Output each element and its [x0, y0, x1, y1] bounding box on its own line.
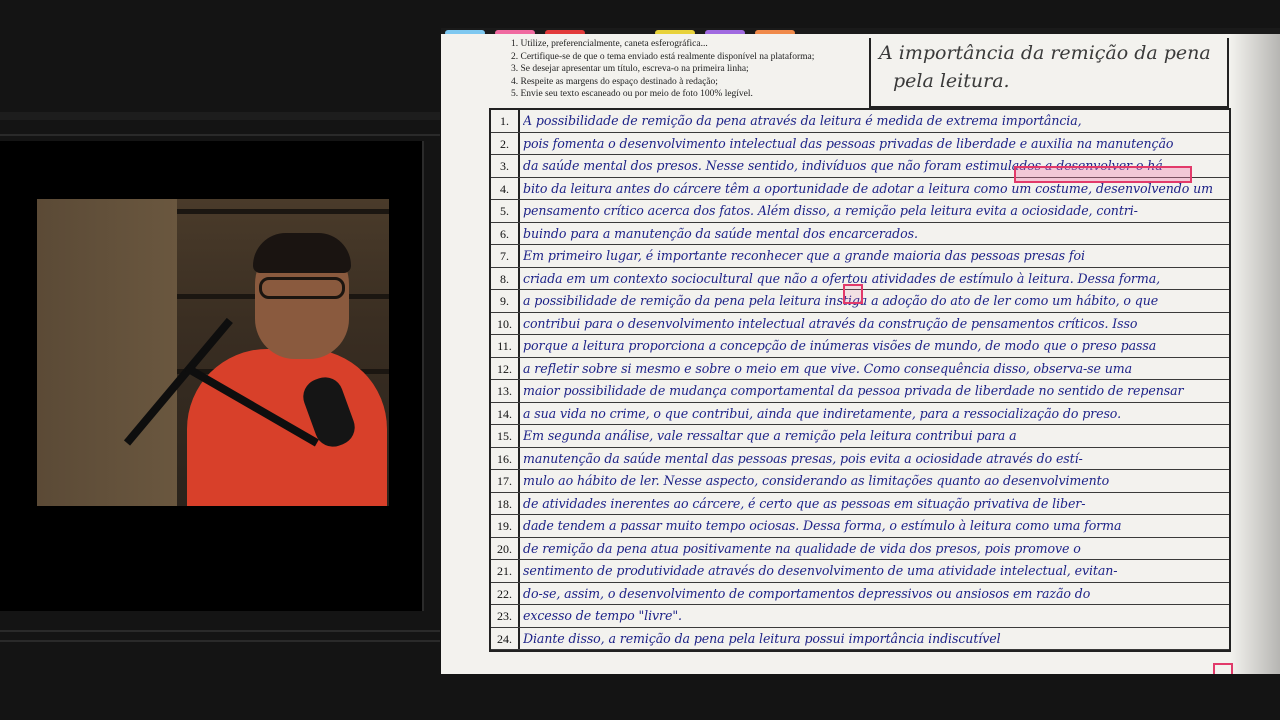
handwritten-text: pensamento crítico acerca dos fatos. Alé… [523, 203, 1138, 218]
line-number: 23. [491, 605, 520, 627]
essay-line: 16. manutenção da saúde mental das pessoa… [491, 447, 1229, 470]
handwritten-text: a sua vida no crime, o que contribui, ai… [523, 405, 1121, 421]
essay-line: 22. do-se, assim, o desenvolvimento de co… [491, 582, 1229, 605]
handwritten-text: a possibilidade de remição da pena pela … [523, 293, 1159, 308]
essay-line: 15. Em segunda análise, vale ressaltar q… [491, 425, 1229, 448]
overlay-divider [0, 134, 440, 136]
essay-title-line: A importância da remição da pena [879, 42, 1211, 64]
line-number: 19. [491, 515, 520, 537]
webcam-feed [37, 199, 389, 506]
handwritten-text: excesso de tempo "livre". [523, 608, 682, 623]
essay-line: 10. contribui para o desenvolvimento inte… [491, 312, 1229, 335]
line-number: 2. [491, 132, 520, 154]
line-number: 9. [491, 290, 520, 312]
line-number: 18. [491, 492, 520, 514]
line-number: 4. [491, 177, 520, 199]
line-number: 7. [491, 245, 520, 267]
essay-line: 18. de atividades inerentes ao cárcere, é… [491, 492, 1229, 515]
overlay-divider [0, 630, 440, 632]
instruction-item: 2. Certifique-se de que o tema enviado e… [511, 51, 815, 62]
essay-line: 2. pois fomenta o desenvolvimento intelec… [491, 132, 1229, 155]
handwritten-text: sentimento de produtividade através do d… [523, 563, 1118, 578]
essay-line: 11. porque a leitura proporciona a concep… [491, 335, 1229, 358]
line-number: 21. [491, 560, 520, 582]
line-number: 12. [491, 357, 520, 379]
line-number: 14. [491, 402, 520, 424]
line-number: 15. [491, 425, 520, 447]
line-number: 11. [491, 335, 520, 357]
essay-line: 1. A possibilidade de remição da pena atr… [491, 110, 1229, 133]
instruction-item: 5. Envie seu texto escaneado ou por meio… [511, 89, 753, 99]
handwritten-text: porque a leitura proporciona a concepção… [523, 338, 1157, 353]
handwritten-text: dade tendem a passar muito tempo ociosas… [523, 518, 1122, 533]
essay-line: 7. Em primeiro lugar, é importante recon… [491, 245, 1229, 268]
essay-lines: 1. A possibilidade de remição da pena atr… [489, 108, 1231, 652]
line-number: 3. [491, 155, 520, 177]
essay-line: 21. sentimento de produtividade através d… [491, 560, 1229, 583]
line-number: 22. [491, 582, 520, 604]
overlay-divider [0, 640, 440, 642]
essay-title-box: A importância da remição da pena pela le… [869, 38, 1229, 108]
highlight-mark[interactable] [1014, 166, 1192, 183]
highlight-mark[interactable] [843, 284, 863, 304]
webcam-shelf [177, 209, 389, 214]
handwritten-text: Em primeiro lugar, é importante reconhec… [523, 248, 1085, 263]
essay-line: 24. Diante disso, a remição da pena pela… [491, 627, 1229, 650]
handwritten-text: do-se, assim, o desenvolvimento de compo… [523, 585, 1091, 601]
instruction-item: 3. Se desejar apresentar um título, escr… [511, 64, 749, 74]
line-number: 17. [491, 470, 520, 492]
webcam-wall [37, 199, 177, 506]
handwritten-text: manutenção da saúde mental das pessoas p… [523, 450, 1083, 466]
essay-line: 13. maior possibilidade de mudança compor… [491, 380, 1229, 403]
essay-line: 19. dade tendem a passar muito tempo ocio… [491, 515, 1229, 538]
handwritten-text: buindo para a manutenção da saúde mental… [523, 225, 918, 241]
line-number: 5. [491, 200, 520, 222]
essay-line: 23. excesso de tempo "livre". [491, 605, 1229, 628]
handwritten-text: Em segunda análise, vale ressaltar que a… [523, 428, 1017, 443]
instruction-item: 4. Respeite as margens do espaço destina… [511, 76, 718, 87]
essay-title-line: pela leitura. [893, 70, 1010, 92]
essay-line: 12. a refletir sobre si mesmo e sobre o m… [491, 357, 1229, 380]
line-number: 20. [491, 537, 520, 559]
essay-line: 5. pensamento crítico acerca dos fatos. A… [491, 200, 1229, 223]
line-number: 16. [491, 447, 520, 469]
handwritten-text: de remição da pena atua positivamente na… [523, 540, 1081, 556]
essay-line: 20. de remição da pena atua positivamente… [491, 537, 1229, 560]
handwritten-text: A possibilidade de remição da pena atrav… [523, 113, 1082, 128]
instruction-item: 1. Utilize, preferencialmente, caneta es… [511, 39, 708, 49]
essay-line: 14. a sua vida no crime, o que contribui,… [491, 402, 1229, 425]
page-edge-shadow [1230, 34, 1280, 674]
line-number: 8. [491, 267, 520, 289]
essay-line: 6. buindo para a manutenção da saúde ment… [491, 222, 1229, 245]
instructions-list: 1. Utilize, preferencialmente, caneta es… [511, 38, 871, 101]
line-number: 6. [491, 222, 520, 244]
presenter-glasses [259, 277, 345, 299]
line-number: 1. [491, 110, 520, 132]
essay-line: 17. mulo ao hábito de ler. Nesse aspecto,… [491, 470, 1229, 493]
handwritten-text: Diante disso, a remição da pena pela lei… [523, 630, 1001, 646]
overlay-band-top [0, 112, 440, 120]
line-number: 13. [491, 380, 520, 402]
handwritten-text: mulo ao hábito de ler. Nesse aspecto, co… [523, 473, 1110, 488]
handwritten-text: contribui para o desenvolvimento intelec… [523, 315, 1138, 331]
handwritten-text: de atividades inerentes ao cárcere, é ce… [523, 495, 1086, 511]
handwritten-text: criada em um contexto sociocultural que … [523, 270, 1161, 286]
handwritten-text: maior possibilidade de mudança comportam… [523, 383, 1184, 398]
line-number: 24. [491, 627, 520, 649]
presenter-hair [253, 233, 351, 273]
essay-document: 1. Utilize, preferencialmente, caneta es… [441, 34, 1280, 674]
line-number: 10. [491, 312, 520, 334]
handwritten-text: pois fomenta o desenvolvimento intelectu… [523, 135, 1174, 151]
handwritten-text: a refletir sobre si mesmo e sobre o meio… [523, 360, 1133, 376]
